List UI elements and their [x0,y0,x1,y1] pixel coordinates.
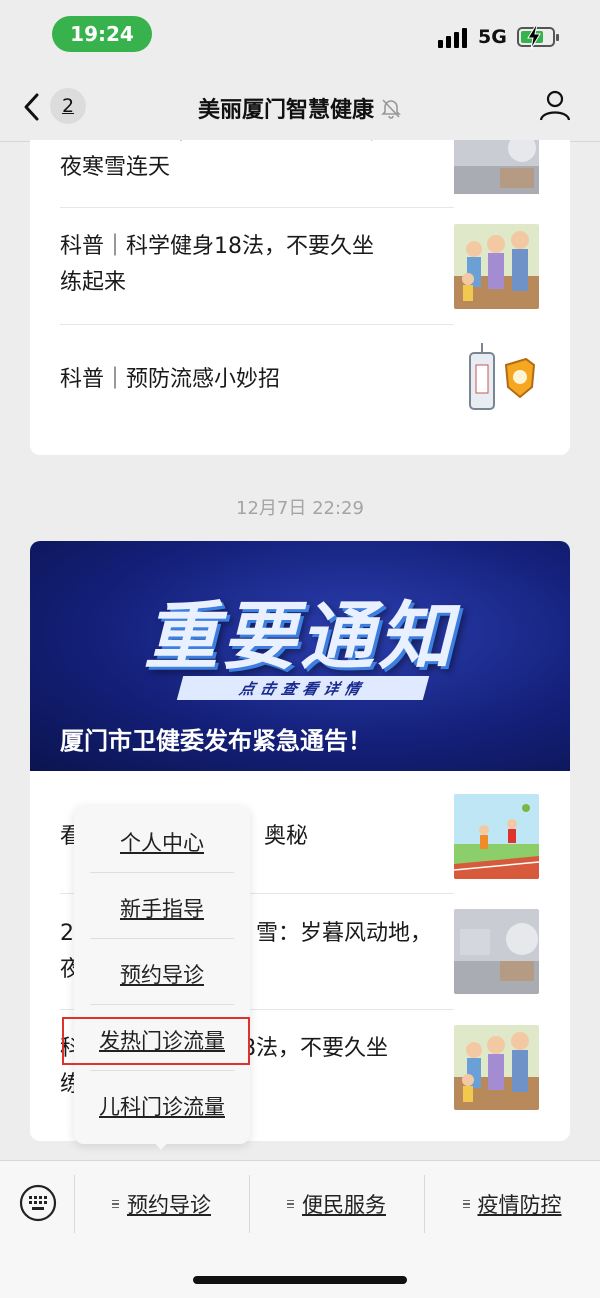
article-thumbnail [454,224,539,309]
list-item[interactable]: 科普｜科学健身18法，不要久坐 练起来 [60,229,454,301]
bottom-menu-label: 疫情防控 [477,1193,562,1217]
menu-item-personal-center[interactable]: 个人中心 [74,809,250,875]
menu-item-pediatric-clinic-traffic[interactable]: 儿科门诊流量 [74,1073,250,1139]
bottom-menu-epidemic[interactable]: 疫情防控 [424,1177,600,1231]
article-title: 夜寒雪连天 [60,155,171,180]
list-item[interactable]: 二十四节气｜大雪：岁暮风动地， 夜寒雪连天 [60,140,454,186]
article-title-line2: 练起来 [60,270,127,295]
keyboard-icon[interactable] [18,1183,58,1223]
chat-header: 2 美丽厦门智慧健康 [0,72,600,142]
mute-bell-icon [381,99,401,119]
article-thumbnail [454,140,539,221]
status-time: 19:24 [52,16,152,52]
banner-headline: 重要通知 [144,594,456,680]
article-title-partial: 二十四节气｜大雪：岁暮风动地， [60,140,454,150]
message-timestamp: 12月7日 22:29 [236,498,364,519]
article-thumbnail [454,794,539,879]
article-thumbnail [454,1025,539,1110]
bottom-menu-services[interactable]: 便民服务 [249,1177,424,1231]
menu-item-fever-clinic-traffic[interactable]: 发热门诊流量 [74,1007,250,1073]
submenu-popup: 个人中心 新手指导 预约导诊 发热门诊流量 儿科门诊流量 [74,806,250,1144]
banner-caption: 厦门市卫健委发布紧急通告！ [60,727,372,755]
menu-item-beginner-guide[interactable]: 新手指导 [74,875,250,941]
battery-icon [517,25,559,49]
menu-lines-icon [462,1199,470,1209]
list-item[interactable]: 科普｜预防流感小妙招 [60,362,454,398]
menu-item-appointment-guide[interactable]: 预约导诊 [74,941,250,1007]
article-title-start: 2 [60,921,74,946]
signal-icon [438,28,467,48]
network-label: 5G [478,26,507,48]
article-title: 科普｜科学健身18法，不要久坐 [60,234,374,259]
menu-caret [152,1140,170,1150]
headline-banner[interactable]: 重要通知 点击查看详情 厦门市卫健委发布紧急通告！ [30,541,570,771]
article-thumbnail [454,339,539,424]
page-title: 美丽厦门智慧健康 [197,98,374,123]
article-title: 科普｜预防流感小妙招 [60,367,281,392]
article-card-previous: 二十四节气｜大雪：岁暮风动地， 夜寒雪连天 科普｜科学健身18法，不要久坐 练起… [30,140,570,455]
profile-icon[interactable] [538,88,572,122]
bottom-menu-appointment[interactable]: 预约导诊 [74,1177,249,1231]
bottom-menu-label: 便民服务 [302,1193,386,1217]
article-title-end: 8法，不要久坐 [242,1036,389,1061]
bottom-menu-label: 预约导诊 [127,1193,211,1217]
menu-lines-icon [287,1199,294,1209]
home-indicator[interactable] [193,1276,407,1284]
article-thumbnail [454,909,539,994]
banner-tag: 点击查看详情 [176,676,430,700]
menu-lines-icon [112,1199,119,1209]
article-title-end: 奥秘 [264,824,309,849]
article-title-end: 雪：岁暮风动地， [256,921,433,946]
